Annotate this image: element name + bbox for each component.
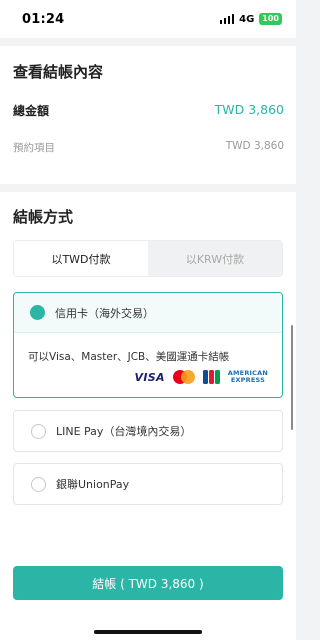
credit-card-option-label: 信用卡（海外交易） bbox=[55, 306, 154, 320]
booking-item-value: TWD 3,860 bbox=[225, 140, 284, 152]
checkout-summary-card: 查看結帳內容 總金額 TWD 3,860 預約項目 TWD 3,860 bbox=[0, 46, 296, 184]
status-bar: 01:24 4G 100 bbox=[0, 0, 296, 38]
battery-icon: 100 bbox=[259, 13, 282, 25]
payment-option-line-pay[interactable]: LINE Pay（台灣境內交易） bbox=[13, 410, 283, 452]
line-pay-option-label: LINE Pay（台灣境內交易） bbox=[56, 425, 192, 438]
status-time: 01:24 bbox=[22, 11, 65, 27]
payment-option-unionpay[interactable]: 銀聯UnionPay bbox=[13, 463, 283, 505]
tab-pay-twd[interactable]: 以TWD付款 bbox=[14, 241, 148, 276]
total-amount-value: TWD 3,860 bbox=[214, 102, 284, 117]
accepted-cards: VISA AMERICAN EXPRESS bbox=[135, 370, 268, 384]
checkout-button[interactable]: 結帳 ( TWD 3,860 ) bbox=[13, 566, 283, 600]
tab-pay-krw[interactable]: 以KRW付款 bbox=[148, 241, 282, 276]
amex-logo-icon: AMERICAN EXPRESS bbox=[228, 370, 268, 384]
cellular-signal-icon bbox=[219, 14, 235, 24]
payment-method-card: 結帳方式 以TWD付款 以KRW付款 信用卡（海外交易） 可以Visa、Mast… bbox=[0, 192, 296, 640]
unionpay-option-label: 銀聯UnionPay bbox=[56, 478, 130, 491]
radio-unselected-icon[interactable] bbox=[31, 476, 46, 492]
network-type: 4G bbox=[239, 13, 255, 25]
currency-tabs: 以TWD付款 以KRW付款 bbox=[13, 240, 283, 277]
booking-item-label: 預約項目 bbox=[13, 142, 55, 154]
radio-selected-icon[interactable] bbox=[30, 305, 45, 320]
credit-card-description: 可以Visa、Master、JCB、美國運通卡結帳 bbox=[28, 351, 230, 363]
amex-line2: EXPRESS bbox=[230, 376, 265, 384]
payment-option-credit-card[interactable]: 信用卡（海外交易） 可以Visa、Master、JCB、美國運通卡結帳 VISA… bbox=[13, 292, 283, 398]
credit-card-option-header[interactable]: 信用卡（海外交易） bbox=[14, 293, 282, 333]
home-indicator bbox=[94, 630, 202, 634]
payment-method-title: 結帳方式 bbox=[13, 208, 74, 226]
jcb-logo-icon bbox=[202, 370, 220, 384]
total-amount-label: 總金額 bbox=[13, 104, 50, 118]
radio-unselected-icon[interactable] bbox=[31, 423, 46, 439]
status-indicators: 4G 100 bbox=[219, 13, 282, 25]
summary-title: 查看結帳內容 bbox=[13, 63, 104, 81]
mastercard-logo-icon bbox=[172, 370, 195, 384]
visa-logo-icon: VISA bbox=[134, 370, 165, 384]
scrollbar[interactable] bbox=[290, 325, 293, 430]
